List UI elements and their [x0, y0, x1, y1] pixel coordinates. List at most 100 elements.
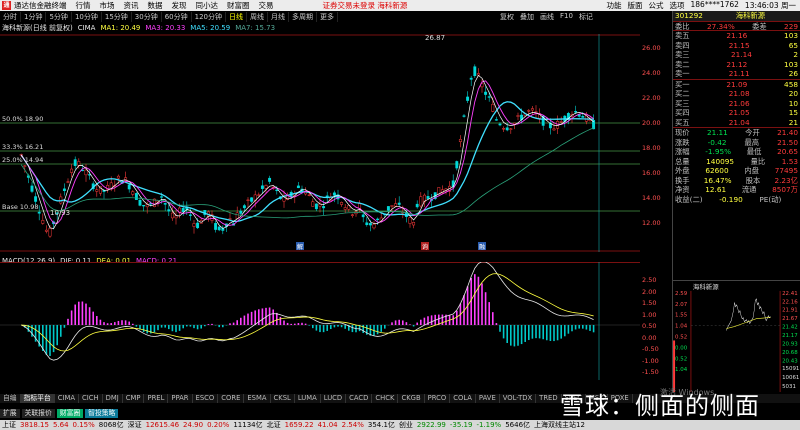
indicator-tab[interactable]: ESMA — [244, 394, 271, 403]
indicator-tab[interactable]: PAVE — [476, 394, 500, 403]
candle-body — [37, 211, 41, 214]
mini-intraday-chart[interactable]: 海科新源 2.59 2.07 1.55 1.04 0.52 0.00 0.52 1.04 22… — [672, 280, 800, 392]
indicator-tab[interactable]: VOL-TDX — [500, 394, 537, 403]
price-tick: 14.00 — [642, 194, 661, 202]
indicator-tab[interactable]: PREL — [144, 394, 169, 403]
indicator-tab[interactable]: CORE — [218, 394, 245, 403]
period-tab[interactable]: 分时 — [0, 12, 21, 22]
ask-row[interactable]: 卖三 21.14 2 — [673, 50, 800, 60]
bid-row[interactable]: 买四 21.05 15 — [673, 108, 800, 118]
indicator-tab[interactable]: ESCO — [193, 394, 219, 403]
kline-chart[interactable]: 26.87 10.93 50.0% 18.90 33.3% 16.21 25.0… — [0, 34, 640, 252]
bid-row[interactable]: 买一 21.09 458 — [673, 80, 800, 90]
menu-layout[interactable]: 版面 — [628, 0, 643, 11]
candle-body — [509, 128, 513, 130]
menu-item-assistant[interactable]: 同小达 — [196, 0, 219, 11]
indicator-tab[interactable]: CMP — [123, 394, 145, 403]
marker-inquiry-label[interactable]: 询 — [422, 243, 428, 251]
indicator-tab[interactable]: LUCD — [321, 394, 347, 403]
period-tab[interactable]: 15分钟 — [102, 12, 132, 22]
tab-restore-rights[interactable]: 复权 — [500, 12, 514, 22]
ask-row[interactable]: 卖五 21.16 103 — [673, 31, 800, 41]
macd-axis: 2.50 2.00 1.50 1.00 0.50 0.00 -0.50 -1.00 -1.50 — [640, 262, 670, 380]
menu-item-wealth[interactable]: 财富圈 — [227, 0, 250, 11]
bid-vol: 21 — [788, 117, 798, 127]
candle-body — [239, 210, 243, 214]
indicator-tab[interactable]: 指标平台 — [20, 394, 55, 403]
ask-row[interactable]: 卖四 21.15 65 — [673, 41, 800, 51]
strategy-button[interactable]: 智投策略 — [85, 409, 119, 418]
marker-unlock-label[interactable]: 解 — [297, 243, 303, 251]
marker-margin-label[interactable]: 融 — [479, 243, 485, 251]
candle-body — [48, 228, 52, 237]
indicator-tab[interactable]: CICH — [79, 394, 103, 403]
indicator-tab[interactable]: LUMA — [295, 394, 321, 403]
menu-item-discover[interactable]: 发现 — [172, 0, 187, 11]
tab-draw[interactable]: 画线 — [540, 12, 554, 22]
bz-label[interactable]: 北证 — [267, 420, 281, 430]
quote-v1: 16.47% — [703, 175, 732, 185]
menu-item-markets[interactable]: 市场 — [100, 0, 115, 11]
bid-vol: 15 — [788, 108, 798, 117]
indicator-tab[interactable]: 自编 — [0, 394, 21, 403]
indicator-tab[interactable]: PPAR — [168, 394, 193, 403]
indicator-tab[interactable]: CKGB — [398, 394, 425, 403]
indicator-tab[interactable]: CHCK — [372, 394, 399, 403]
account-label[interactable]: 186****1762 — [691, 0, 739, 11]
tab-mark[interactable]: 标记 — [579, 12, 593, 22]
period-tab[interactable]: 5分钟 — [46, 12, 72, 22]
ask-row[interactable]: 卖一 21.11 26 — [673, 69, 800, 79]
related-quote-button[interactable]: 关联报价 — [21, 409, 55, 418]
indicator-tab[interactable]: PRCO — [425, 394, 451, 403]
ask-price: 21.16 — [726, 31, 748, 40]
indicator-tab[interactable]: CKSL — [271, 394, 295, 403]
stock-title-row: 301292 海科新源 — [673, 11, 800, 21]
period-tab[interactable]: 120分钟 — [192, 12, 226, 22]
sz-label[interactable]: 深证 — [128, 420, 142, 430]
mini-right-tick: 22.16 — [782, 299, 798, 305]
server-status[interactable]: 上海双线主站12 — [534, 420, 585, 430]
mini-volume-tick: 5031 — [782, 384, 796, 390]
indicator-tab[interactable]: CACD — [346, 394, 373, 403]
period-tab[interactable]: 1分钟 — [21, 12, 47, 22]
bid-vol: 458 — [784, 79, 798, 89]
menu-function[interactable]: 功能 — [607, 0, 622, 11]
bid-row[interactable]: 买五 21.04 21 — [673, 118, 800, 128]
bid-row[interactable]: 买二 21.08 20 — [673, 89, 800, 99]
indicator-tab[interactable]: CIMA — [55, 394, 80, 403]
indicator-tab[interactable]: DMJ — [103, 394, 123, 403]
period-tab[interactable]: 多周期 — [289, 12, 317, 22]
tab-overlay[interactable]: 叠加 — [520, 12, 534, 22]
menu-options[interactable]: 选项 — [670, 0, 685, 11]
period-tab[interactable]: 60分钟 — [162, 12, 192, 22]
candle-body — [530, 108, 534, 111]
wealth-circle-button[interactable]: 财富圈 — [56, 409, 84, 418]
macd-chart[interactable] — [0, 262, 640, 380]
sh-label[interactable]: 上证 — [2, 420, 16, 430]
menu-item-news[interactable]: 资讯 — [124, 0, 139, 11]
ask-row[interactable]: 卖二 21.12 103 — [673, 60, 800, 70]
indicator-tab[interactable]: TRED — [536, 394, 562, 403]
period-tab[interactable]: 周线 — [247, 12, 268, 22]
menu-item-market[interactable]: 行情 — [76, 0, 91, 11]
indicator-tab[interactable]: COLA — [450, 394, 476, 403]
candle-body — [340, 202, 344, 205]
menu-item-data[interactable]: 数据 — [148, 0, 163, 11]
login-promo-link[interactable]: 证券交易未登录 海科新源 — [323, 0, 408, 11]
tab-f10[interactable]: F10 — [560, 12, 573, 22]
period-tab[interactable]: 月线 — [268, 12, 289, 22]
cima-label[interactable]: CIMA — [78, 23, 96, 33]
period-tab[interactable]: 10分钟 — [72, 12, 102, 22]
period-tab[interactable]: 30分钟 — [132, 12, 162, 22]
menu-formula[interactable]: 公式 — [649, 0, 664, 11]
cy-label[interactable]: 创业 — [399, 420, 413, 430]
ask-vol: 65 — [788, 40, 798, 50]
menu-item-trade[interactable]: 交易 — [259, 0, 274, 11]
candle-body — [559, 121, 563, 123]
expand-button[interactable]: 扩展 — [0, 409, 20, 418]
ratio-label: 委比 — [675, 21, 690, 31]
period-tab[interactable]: 日线 — [226, 12, 247, 22]
period-tab[interactable]: 更多 — [317, 12, 338, 22]
bid-row[interactable]: 买三 21.06 10 — [673, 99, 800, 109]
mini-left-tick: 1.55 — [675, 313, 687, 319]
